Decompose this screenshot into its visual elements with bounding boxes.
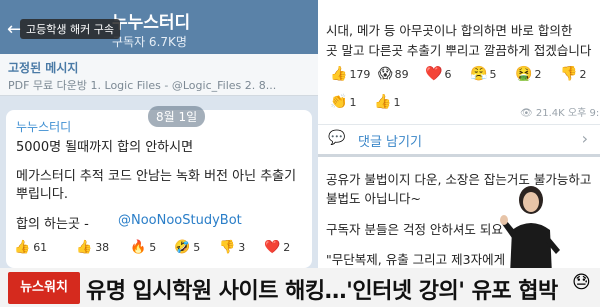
post-line: 시대, 메가 등 아무곳이나 합의하면 바로 합의한: [326, 23, 573, 38]
reaction-thumbs-up[interactable]: 👍 38: [76, 240, 109, 255]
post-line: "무단복제, 유출 그리고 제3자에게: [326, 252, 506, 267]
reaction-heart[interactable]: ❤️ 2: [264, 240, 290, 255]
news-ticker-bar: 뉴스워치 유명 입시학원 사이트 해킹…'인터넷 강의' 유포 협박: [0, 268, 600, 307]
view-count-time: 👁 21.4K 오후 9:20: [520, 108, 600, 119]
post-line: 곳 말고 다른곳 추출기 뿌리고 깔끔하게 접겠습니다: [326, 43, 592, 58]
reaction-thumbs-up[interactable]: 👍 179: [330, 66, 370, 82]
pinned-text: PDF 무료 다운방 1. Logic Files - @Logic_Files…: [8, 79, 277, 92]
channel-header: ← 누누스터디 구독자 6.7K명 고등학생 해커 구속: [0, 0, 318, 54]
telegram-channel-panel: ← 누누스터디 구독자 6.7K명 고등학생 해커 구속 고정된 메시지 PDF…: [0, 0, 318, 307]
reaction-thumbs-down[interactable]: 👎 2: [560, 66, 586, 82]
reaction-angry[interactable]: 😤 5: [470, 66, 496, 82]
comment-icon: 💬: [328, 130, 346, 146]
bot-link[interactable]: @NooNooStudyBot: [118, 213, 242, 228]
date-badge: 8월 1일: [148, 106, 206, 127]
news-logo: 뉴스워치: [8, 272, 80, 304]
reaction-scream[interactable]: 😱 89: [378, 66, 409, 82]
channel-title: 누누스터디: [112, 13, 191, 33]
reaction-thumbs-up[interactable]: 👍 61: [14, 240, 47, 255]
pinned-title: 고정된 메시지: [8, 61, 79, 75]
news-broadcast-frame: ← 누누스터디 구독자 6.7K명 고등학생 해커 구속 고정된 메시지 PDF…: [0, 0, 600, 307]
chevron-right-icon: ›: [581, 129, 588, 148]
reaction-row: 👍 179 😱 89 ❤️ 6 😤 5 🤮 2 👎 2: [330, 66, 600, 86]
caption-tooltip: 고등학생 해커 구속: [20, 19, 120, 39]
reaction-heart[interactable]: ❤️ 6: [425, 66, 451, 82]
eye-icon: 👁: [520, 108, 533, 119]
sweat-emoji-icon: 😓: [572, 272, 591, 293]
message-line: 뿌립니다.: [16, 187, 68, 202]
message-author: 누누스터디: [16, 120, 72, 134]
reaction-thumbs-up[interactable]: 👍 1: [374, 94, 400, 110]
reaction-thumbs-down[interactable]: 👎 3: [219, 240, 245, 255]
reaction-vomit[interactable]: 🤮 2: [515, 66, 541, 82]
post-line: 불법도 아닙니다~: [326, 191, 421, 206]
message-bubble: 누누스터디 5000명 될때까지 합의 안하시면 메가스터디 추적 코드 안남는…: [6, 110, 312, 268]
reaction-fire[interactable]: 🔥 5: [130, 240, 156, 255]
reaction-laugh[interactable]: 🤣 5: [174, 240, 200, 255]
comment-label: 댓글 남기기: [358, 135, 422, 150]
message-line: 합의 하는곳 -: [16, 217, 89, 232]
news-headline: 유명 입시학원 사이트 해킹…'인터넷 강의' 유포 협박: [86, 279, 558, 304]
message-line: 메가스터디 추적 코드 안남는 녹화 버전 아닌 추출기: [16, 169, 297, 184]
reaction-row: 👏 1 👍 1: [330, 94, 450, 114]
message-line: 5000명 될때까지 합의 안하시면: [16, 140, 194, 155]
sign-language-interpreter: [500, 186, 560, 275]
pinned-message-bar[interactable]: 고정된 메시지 PDF 무료 다운방 1. Logic Files - @Log…: [0, 54, 318, 96]
reaction-clap[interactable]: 👏 1: [330, 94, 356, 110]
post-line: 구독자 분들은 걱정 안하셔도 되요: [326, 222, 503, 237]
leave-comment-button[interactable]: 💬 댓글 남기기 ›: [318, 124, 600, 152]
subscriber-count: 구독자 6.7K명: [112, 35, 187, 49]
